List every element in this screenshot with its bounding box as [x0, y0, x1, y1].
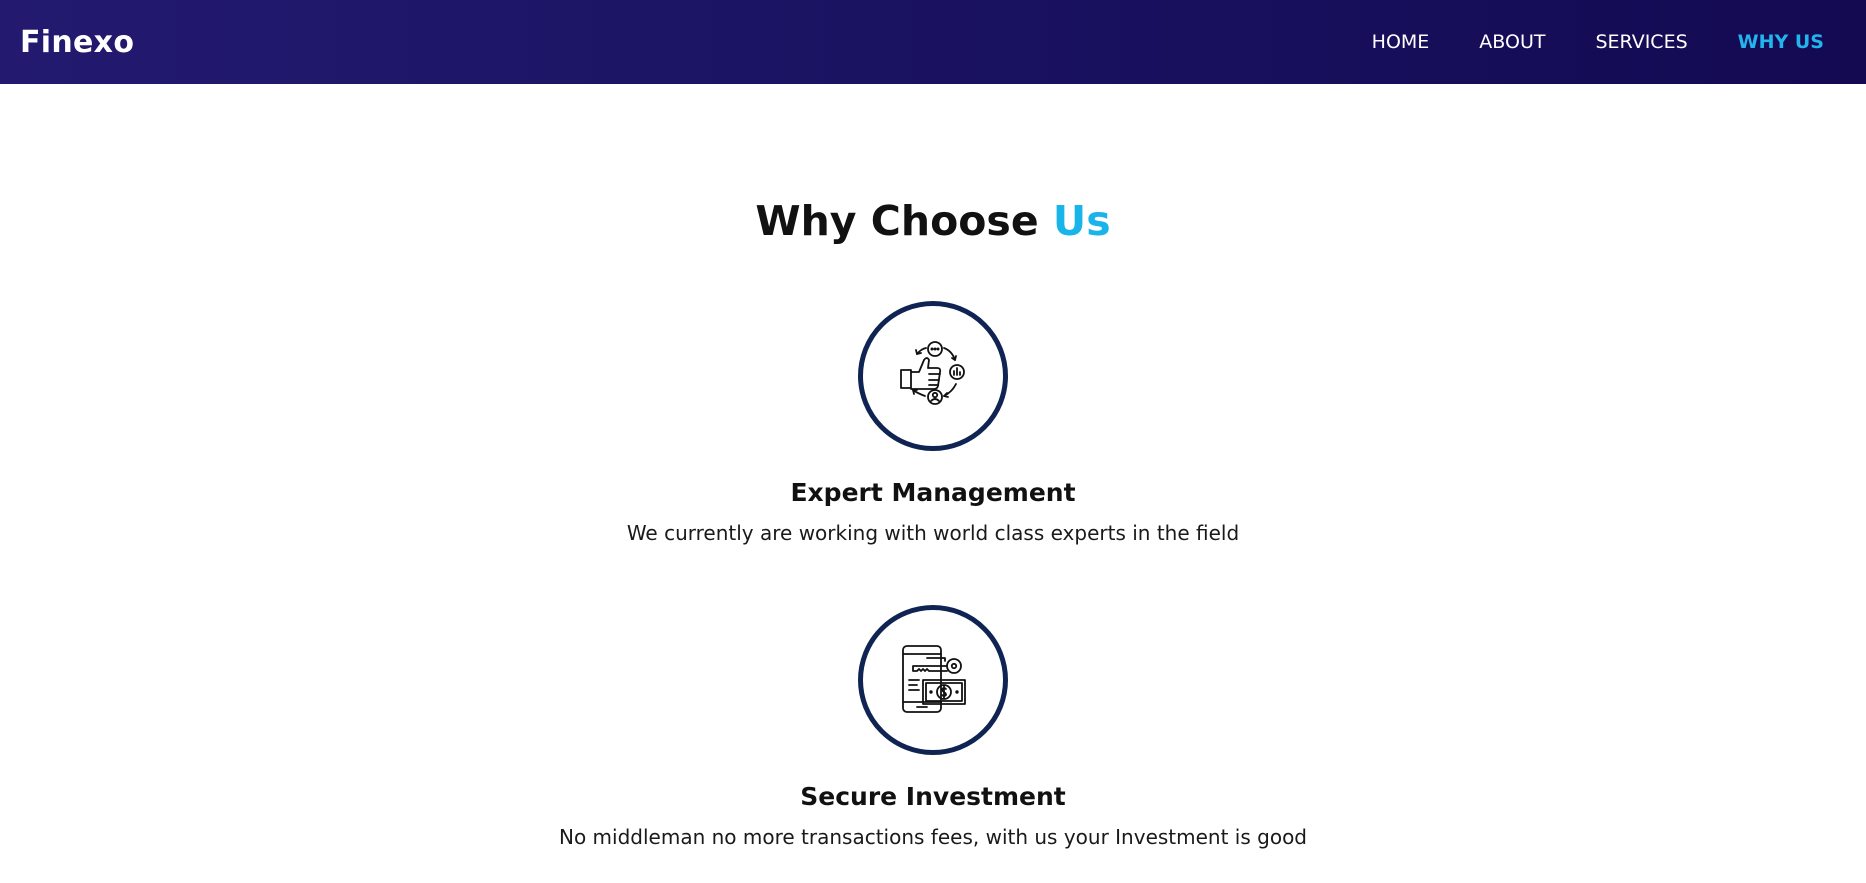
- feature-icon-circle: [858, 301, 1008, 451]
- nav-services-link[interactable]: SERVICES: [1595, 31, 1687, 53]
- nav-about-link[interactable]: ABOUT: [1479, 31, 1545, 53]
- feature-description: No middleman no more transactions fees, …: [559, 825, 1307, 849]
- feature-description: We currently are working with world clas…: [626, 521, 1240, 545]
- feature-title: Expert Management: [790, 478, 1076, 507]
- feature-secure-investment: Secure Investment No middleman no more t…: [0, 605, 1866, 851]
- section-title-main: Why Choose: [755, 197, 1053, 245]
- nav-why-us-link[interactable]: WHY US: [1738, 31, 1824, 53]
- navbar: Finexo HOME ABOUT SERVICES WHY US: [0, 0, 1866, 84]
- logo[interactable]: Finexo: [20, 25, 134, 60]
- feature-icon-circle: [858, 605, 1008, 755]
- nav-home-link[interactable]: HOME: [1372, 31, 1430, 53]
- feature-title: Secure Investment: [800, 782, 1066, 811]
- main-nav: HOME ABOUT SERVICES WHY US: [1322, 31, 1824, 53]
- thumbs-up-cycle-icon: [900, 341, 965, 405]
- feature-expert-management: Expert Management We currently are worki…: [0, 301, 1866, 547]
- why-choose-us-section: Why Choose Us Expert Management We curre…: [0, 84, 1866, 883]
- section-title: Why Choose Us: [0, 197, 1866, 245]
- phone-key-money-icon: [902, 645, 966, 713]
- section-title-accent: Us: [1052, 197, 1111, 245]
